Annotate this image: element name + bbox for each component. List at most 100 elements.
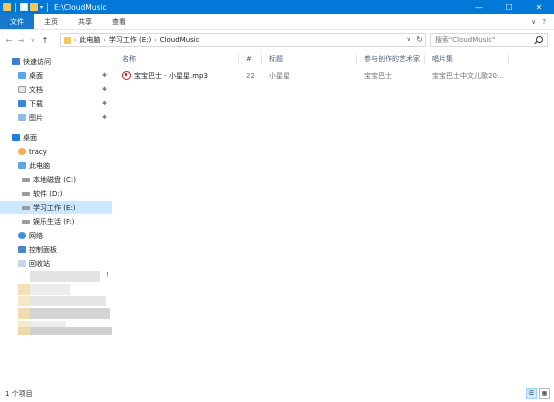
folder-icon xyxy=(64,36,71,44)
breadcrumb-this-pc[interactable]: 此电脑 xyxy=(79,35,100,45)
ribbon-tabs: 文件 主页 共享 查看 ∨ ? xyxy=(0,14,554,30)
drive-icon xyxy=(22,177,30,182)
album-cell: 宝宝巴士中文儿歌20... xyxy=(432,71,504,80)
chevron-right-icon: › xyxy=(103,36,106,44)
minimize-button[interactable]: — xyxy=(464,0,494,14)
sidebar-item-label: tracy xyxy=(29,147,47,156)
file-row[interactable]: 宝宝巴士 - 小星星.mp3 22 小星星 宝宝巴士 宝宝巴士中文儿歌20... xyxy=(118,69,538,82)
obscured-item xyxy=(30,296,106,306)
sidebar-item-desktop[interactable]: 桌面 ✱ xyxy=(0,69,112,82)
sidebar-item-downloads[interactable]: 下载 ✱ xyxy=(0,97,112,110)
sidebar-item-drive-c[interactable]: 本地磁盘 (C:) xyxy=(0,173,112,186)
sidebar-item-drive-d[interactable]: 软件 (D:) xyxy=(0,187,112,200)
control-panel-icon xyxy=(18,246,26,253)
refresh-icon[interactable]: ↻ xyxy=(416,35,423,44)
status-bar: 1 个项目 ☰ ▦ xyxy=(0,386,554,402)
file-list-pane: ^ 名称 # 标题 参与创作的艺术家 唱片集 宝宝巴士 - 小星星.mp3 22… xyxy=(116,46,554,384)
item-count: 1 个项目 xyxy=(5,390,33,398)
pin-icon[interactable]: ✱ xyxy=(102,86,107,93)
address-bar[interactable]: › 此电脑 › 学习工作 (E:) › CloudMusic ∨ ↻ xyxy=(60,33,426,47)
user-icon xyxy=(18,148,26,155)
track-number-cell: 22 xyxy=(246,71,255,80)
network-icon xyxy=(18,232,26,239)
recycle-bin-icon xyxy=(18,260,26,267)
column-divider[interactable] xyxy=(261,54,262,64)
window-title: E:\CloudMusic xyxy=(54,2,107,12)
search-input[interactable]: 搜索"CloudMusic" xyxy=(430,33,548,47)
desktop-icon xyxy=(18,72,26,79)
sidebar-item-label: 文档 xyxy=(29,85,43,94)
back-button[interactable]: ← xyxy=(3,36,15,45)
column-divider[interactable] xyxy=(508,54,509,64)
tab-home[interactable]: 主页 xyxy=(34,14,68,29)
search-icon xyxy=(536,36,543,43)
sidebar-item-documents[interactable]: 文档 ✱ xyxy=(0,83,112,96)
breadcrumb-drive-e[interactable]: 学习工作 (E:) xyxy=(109,35,151,45)
sidebar-item-drive-f[interactable]: 娱乐生活 (F:) xyxy=(0,215,112,228)
title-cell: 小星星 xyxy=(269,71,290,80)
drive-icon xyxy=(22,191,30,196)
sidebar-item-label: 图片 xyxy=(29,113,43,122)
up-button[interactable]: ↑ xyxy=(39,36,51,45)
sidebar-item-recycle-bin[interactable]: 回收站 xyxy=(0,257,112,270)
expand-ribbon-icon[interactable]: ∨ xyxy=(531,18,536,26)
column-header-number[interactable]: # xyxy=(246,52,252,66)
maximize-button[interactable]: ☐ xyxy=(494,0,524,14)
column-header-album[interactable]: 唱片集 xyxy=(432,52,453,66)
column-header-name[interactable]: 名称 xyxy=(122,52,136,66)
navigation-row: ← → ∨ ↑ › 此电脑 › 学习工作 (E:) › CloudMusic ∨… xyxy=(0,31,554,49)
customize-toolbar-icon[interactable]: ▾ xyxy=(40,4,43,11)
download-icon xyxy=(18,100,26,107)
obscured-item xyxy=(30,271,100,282)
close-button[interactable]: ✕ xyxy=(524,0,554,14)
obscured-item xyxy=(30,308,110,319)
sidebar-item-label: 下载 xyxy=(29,99,43,108)
properties-icon[interactable] xyxy=(20,3,28,11)
sidebar-item-label: 本地磁盘 (C:) xyxy=(33,175,76,184)
view-switcher: ☰ ▦ xyxy=(526,388,550,399)
sidebar-item-drive-e[interactable]: 学习工作 (E:) xyxy=(0,201,112,214)
sidebar-item-tracy[interactable]: tracy xyxy=(0,145,112,158)
pin-icon[interactable]: ✱ xyxy=(102,100,107,107)
address-dropdown-icon[interactable]: ∨ xyxy=(407,36,411,43)
title-bar: ▾ E:\CloudMusic — ☐ ✕ xyxy=(0,0,554,14)
search-placeholder: 搜索"CloudMusic" xyxy=(435,36,496,44)
help-icon[interactable]: ? xyxy=(542,18,546,26)
file-name-cell[interactable]: 宝宝巴士 - 小星星.mp3 xyxy=(122,69,240,82)
pin-icon[interactable]: ✱ xyxy=(102,114,107,121)
recent-locations-button[interactable]: ∨ xyxy=(27,37,39,44)
this-pc-icon xyxy=(18,162,26,169)
obscured-mark: ! xyxy=(106,271,109,279)
obscured-item xyxy=(30,327,112,335)
column-header-artist[interactable]: 参与创作的艺术家 xyxy=(364,52,420,66)
breadcrumb-cloudmusic[interactable]: CloudMusic xyxy=(160,36,200,44)
sidebar-item-label: 快速访问 xyxy=(23,57,51,66)
sidebar-item-label: 网络 xyxy=(29,231,43,240)
sidebar-item-label: 软件 (D:) xyxy=(33,189,63,198)
chevron-right-icon: › xyxy=(74,36,77,44)
new-folder-icon[interactable] xyxy=(30,3,38,11)
large-icons-view-button[interactable]: ▦ xyxy=(539,388,550,399)
column-header-title[interactable]: 标题 xyxy=(269,52,283,66)
sidebar-item-pictures[interactable]: 图片 ✱ xyxy=(0,111,112,124)
sidebar-item-label: 此电脑 xyxy=(29,161,50,170)
pin-icon[interactable]: ✱ xyxy=(102,72,107,79)
forward-button[interactable]: → xyxy=(15,36,27,45)
file-name: 宝宝巴士 - 小星星.mp3 xyxy=(134,71,208,80)
tab-file[interactable]: 文件 xyxy=(0,14,34,29)
tab-view[interactable]: 查看 xyxy=(102,14,136,29)
artist-cell: 宝宝巴士 xyxy=(364,71,392,80)
column-divider[interactable] xyxy=(356,54,357,64)
star-icon xyxy=(12,58,20,65)
chevron-right-icon: › xyxy=(154,36,157,44)
window-controls: — ☐ ✕ xyxy=(464,0,554,14)
sidebar-item-desktop-root[interactable]: 桌面 xyxy=(0,131,112,144)
column-divider[interactable] xyxy=(424,54,425,64)
details-view-button[interactable]: ☰ xyxy=(526,388,537,399)
sidebar-item-control-panel[interactable]: 控制面板 xyxy=(0,243,112,256)
tab-share[interactable]: 共享 xyxy=(68,14,102,29)
sidebar-item-network[interactable]: 网络 xyxy=(0,229,112,242)
column-divider[interactable] xyxy=(238,54,239,64)
sidebar-item-this-pc[interactable]: 此电脑 xyxy=(0,159,112,172)
sidebar-item-quick-access[interactable]: 快速访问 xyxy=(0,55,112,68)
